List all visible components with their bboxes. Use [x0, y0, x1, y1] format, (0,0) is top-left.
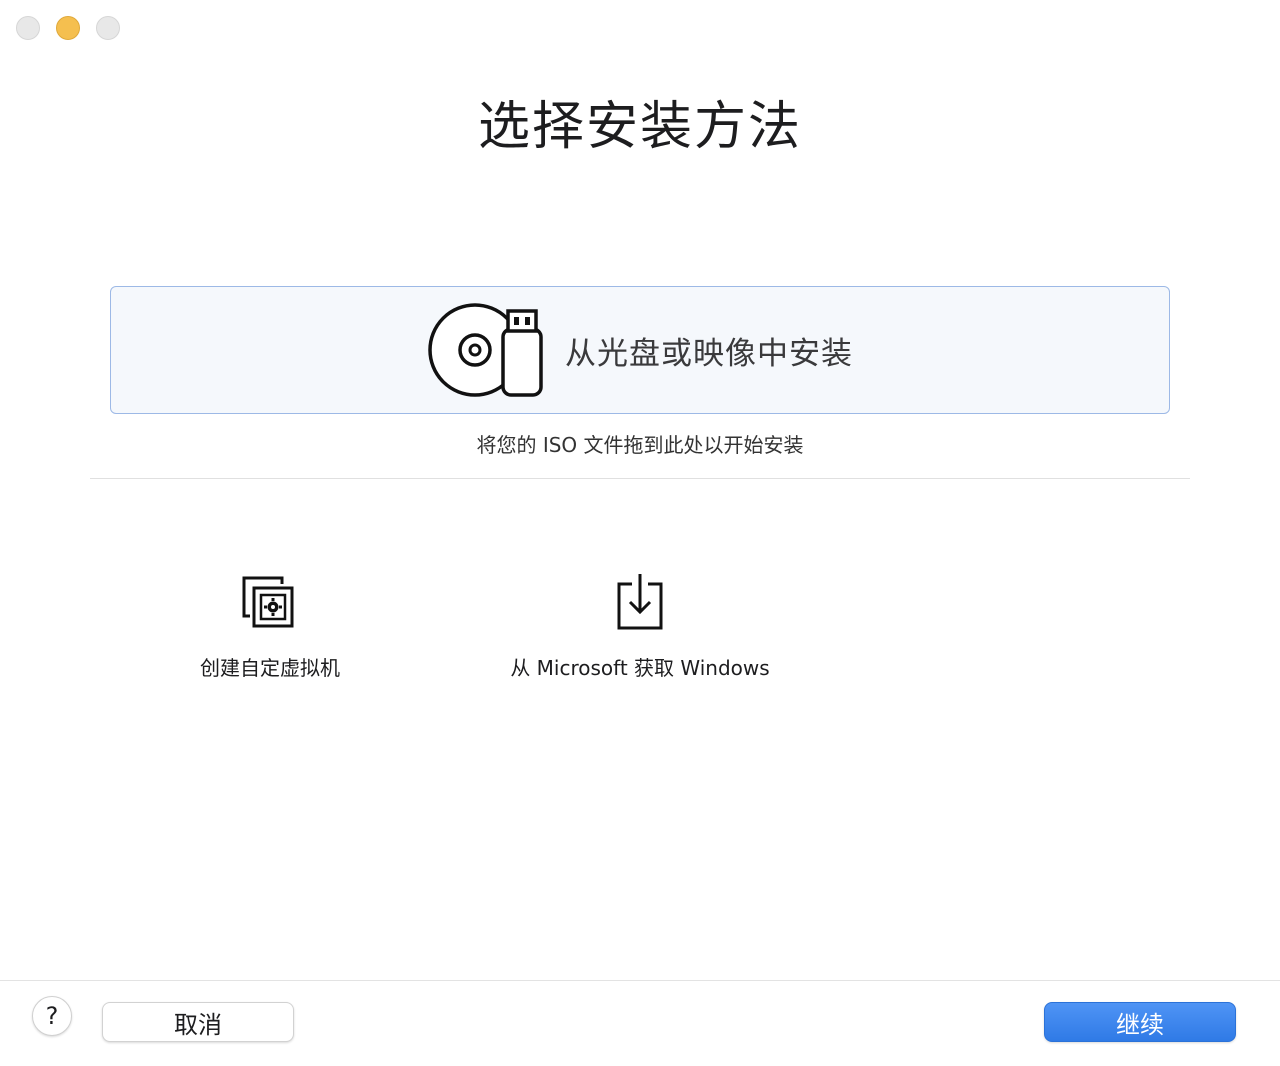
- get-windows-label: 从 Microsoft 获取 Windows: [510, 656, 770, 680]
- minimize-window-button[interactable]: [56, 16, 80, 40]
- section-divider: [90, 478, 1190, 479]
- custom-vm-icon: [242, 576, 294, 628]
- install-from-disc-option[interactable]: 从光盘或映像中安装: [110, 286, 1170, 414]
- help-button[interactable]: ?: [32, 996, 72, 1036]
- footer-divider: [0, 980, 1280, 981]
- create-custom-vm-option[interactable]: 创建自定虚拟机: [150, 570, 390, 681]
- drop-hint: 将您的 ISO 文件拖到此处以开始安装: [476, 433, 804, 457]
- zoom-window-button[interactable]: [96, 16, 120, 40]
- close-window-button[interactable]: [16, 16, 40, 40]
- disc-usb-icon: [428, 303, 543, 397]
- window-controls: [16, 16, 120, 40]
- download-icon: [617, 574, 663, 630]
- cancel-button[interactable]: 取消: [102, 1002, 294, 1042]
- continue-button[interactable]: 继续: [1044, 1002, 1236, 1042]
- get-windows-option[interactable]: 从 Microsoft 获取 Windows: [470, 570, 810, 681]
- page-title: 选择安装方法: [477, 97, 802, 157]
- create-custom-vm-label: 创建自定虚拟机: [200, 656, 340, 680]
- install-window: 选择安装方法 从光盘或映像中安装 将您的 ISO 文件拖到此处以开始安装 创建自…: [0, 0, 1280, 1066]
- install-from-disc-label: 从光盘或映像中安装: [565, 335, 853, 372]
